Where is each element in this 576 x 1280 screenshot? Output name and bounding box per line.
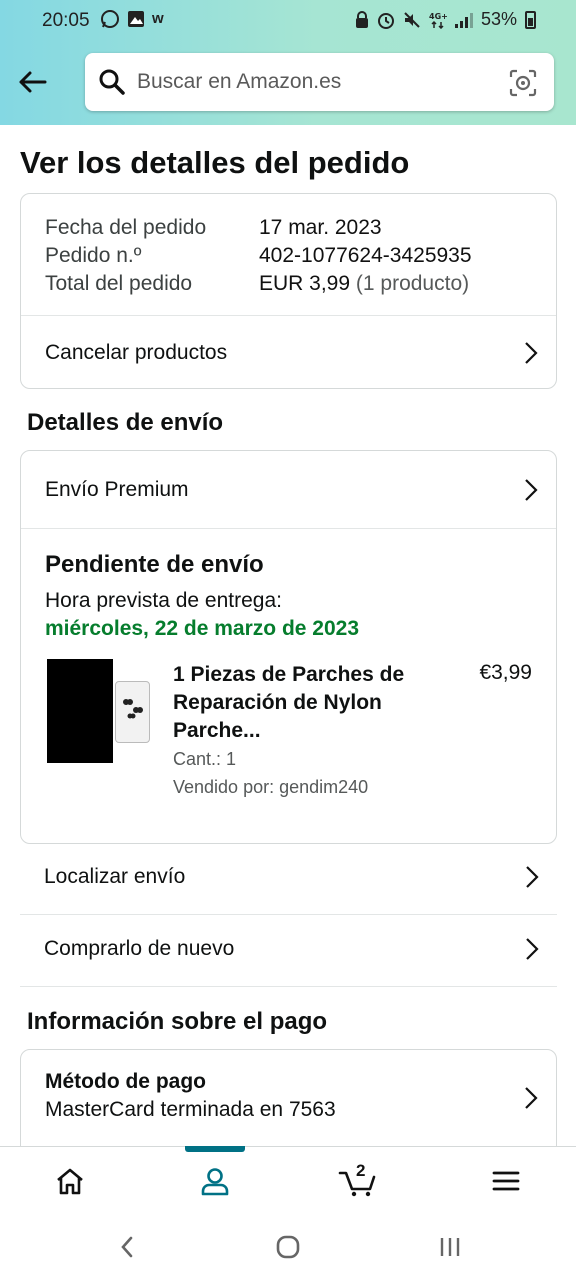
nav-account[interactable] bbox=[175, 1146, 255, 1215]
track-shipment-button[interactable]: Localizar envío bbox=[20, 843, 557, 915]
lock-icon bbox=[355, 10, 368, 28]
search-icon bbox=[99, 69, 125, 95]
camera-search-icon[interactable] bbox=[509, 69, 537, 97]
shipping-card: Envío Premium Pendiente de envío Hora pr… bbox=[20, 450, 557, 844]
cart-count-badge: 2 bbox=[356, 1161, 366, 1180]
order-date-label: Fecha del pedido bbox=[45, 216, 207, 239]
shipping-method-button[interactable]: Envío Premium bbox=[21, 451, 556, 528]
nav-cart[interactable]: 2 bbox=[318, 1147, 398, 1215]
notification-icons: w bbox=[100, 9, 170, 29]
alarm-icon bbox=[377, 12, 394, 29]
recents-icon bbox=[440, 1238, 460, 1256]
product-seller: Vendido por: gendim240 bbox=[173, 777, 369, 797]
product-name[interactable]: 1 Piezas de Parches de Reparación de Nyl… bbox=[173, 661, 423, 745]
chevron-right-icon bbox=[525, 1087, 538, 1109]
shipping-method-label: Envío Premium bbox=[45, 477, 189, 501]
system-recents-button[interactable] bbox=[430, 1230, 470, 1264]
system-navigation-bar bbox=[0, 1214, 576, 1280]
chevron-left-icon bbox=[121, 1236, 133, 1258]
whatsapp-icon bbox=[101, 10, 119, 28]
cancel-products-label: Cancelar productos bbox=[45, 340, 228, 364]
order-date-value: 17 mar. 2023 bbox=[259, 216, 382, 239]
order-total-label: Total del pedido bbox=[45, 272, 193, 295]
home-icon bbox=[57, 1168, 83, 1195]
menu-icon bbox=[492, 1171, 520, 1191]
wallapop-icon: w bbox=[152, 10, 164, 27]
image-icon bbox=[128, 11, 144, 27]
svg-text:4G+: 4G+ bbox=[429, 12, 447, 21]
account-icon bbox=[201, 1168, 229, 1196]
arrow-left-icon bbox=[19, 71, 47, 93]
shipping-status: Pendiente de envío bbox=[45, 551, 264, 578]
system-home-button[interactable] bbox=[268, 1230, 308, 1264]
track-shipment-label: Localizar envío bbox=[44, 865, 186, 888]
bottom-nav: 2 bbox=[0, 1146, 576, 1214]
cancel-products-button[interactable]: Cancelar productos bbox=[21, 316, 556, 389]
mute-icon bbox=[404, 11, 420, 28]
redacted-image bbox=[47, 659, 113, 763]
order-number-value: 402-1077624-3425935 bbox=[259, 244, 472, 267]
buy-again-label: Comprarlo de nuevo bbox=[44, 937, 235, 960]
search-bar[interactable] bbox=[85, 53, 554, 111]
payment-method-button[interactable]: Método de pago MasterCard terminada en 7… bbox=[20, 1049, 557, 1146]
patch-image bbox=[115, 681, 150, 743]
shipping-section-title: Detalles de envío bbox=[27, 409, 224, 436]
nav-menu[interactable] bbox=[466, 1147, 546, 1215]
order-summary-card: Fecha del pedido 17 mar. 2023 Pedido n.º… bbox=[20, 193, 557, 389]
home-circle-icon bbox=[276, 1235, 300, 1259]
nav-home[interactable] bbox=[30, 1147, 110, 1215]
battery-icon bbox=[525, 10, 536, 29]
payment-method-title: Método de pago bbox=[45, 1070, 206, 1093]
order-details-content: Ver los detalles del pedido Fecha del pe… bbox=[0, 125, 576, 1146]
butterfly-pattern bbox=[123, 699, 143, 719]
product-quantity: Cant.: 1 bbox=[173, 749, 237, 769]
order-number-label: Pedido n.º bbox=[45, 244, 142, 267]
delivery-estimate-date: miércoles, 22 de marzo de 2023 bbox=[45, 617, 360, 640]
app-header: 20:05 w 4G+ 53% bbox=[0, 0, 576, 125]
product-thumbnail[interactable] bbox=[47, 659, 151, 763]
order-total-value: EUR 3,99 bbox=[259, 272, 351, 295]
divider bbox=[21, 528, 556, 529]
page-title: Ver los detalles del pedido bbox=[20, 145, 410, 180]
battery-percent: 53% bbox=[480, 9, 517, 29]
delivery-estimate-label: Hora prevista de entrega: bbox=[45, 589, 282, 612]
signal-icon bbox=[454, 12, 473, 28]
chevron-right-icon bbox=[525, 478, 538, 501]
chevron-right-icon bbox=[526, 866, 539, 888]
payment-method-detail: MasterCard terminada en 7563 bbox=[45, 1098, 336, 1121]
search-input[interactable] bbox=[137, 63, 497, 101]
order-total-note: (1 producto) bbox=[355, 272, 470, 295]
chevron-right-icon bbox=[526, 938, 539, 960]
payment-section-title: Información sobre el pago bbox=[27, 1008, 328, 1035]
data-4g-icon: 4G+ bbox=[429, 12, 447, 29]
buy-again-button[interactable]: Comprarlo de nuevo bbox=[20, 915, 557, 987]
order-total-value-wrap: EUR 3,99 (1 producto) bbox=[259, 272, 469, 296]
chevron-right-icon bbox=[525, 341, 538, 364]
back-button[interactable] bbox=[14, 62, 50, 102]
product-price: €3,99 bbox=[479, 661, 532, 684]
status-bar: 20:05 w 4G+ 53% bbox=[0, 8, 576, 34]
system-back-button[interactable] bbox=[107, 1230, 147, 1264]
system-icons: 4G+ 53% bbox=[355, 9, 536, 30]
status-time: 20:05 bbox=[42, 10, 90, 31]
